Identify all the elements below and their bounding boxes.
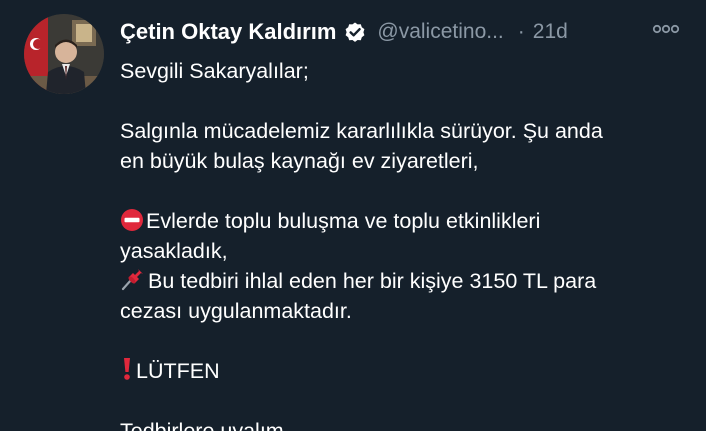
tweet-line-with-emoji: Evlerde toplu buluşma ve toplu etkinlikl…: [120, 206, 690, 236]
avatar[interactable]: [24, 14, 104, 94]
tweet-line-with-emoji: LÜTFEN: [120, 356, 690, 386]
tweet-line: Sevgili Sakaryalılar;: [120, 59, 309, 83]
tweet-line: cezası uygulanmaktadır.: [120, 299, 352, 323]
tweet-header: Çetin Oktay Kaldırım @valicetino... · 21…: [120, 16, 690, 48]
verified-badge-icon: [343, 20, 367, 44]
display-name[interactable]: Çetin Oktay Kaldırım: [120, 19, 336, 45]
avatar-photo: [24, 14, 104, 94]
tweet-line: Salgınla mücadelemiz kararlılıkla sürüyo…: [120, 119, 603, 143]
tweet-line: Bu tedbiri ihlal eden her bir kişiye 315…: [148, 269, 597, 293]
tweet-line: Tedbirlere uyalım...: [120, 419, 302, 431]
exclamation-emoji-icon: [120, 356, 134, 390]
tweet-text: Sevgili Sakaryalılar; Salgınla mücadelem…: [120, 56, 690, 431]
tweet-line: en büyük bulaş kaynağı ev ziyaretleri,: [120, 149, 479, 173]
tweet-line: Evlerde toplu buluşma ve toplu etkinlikl…: [146, 209, 541, 233]
tweet-line: LÜTFEN: [136, 359, 220, 383]
timestamp[interactable]: 21d: [533, 20, 568, 44]
tweet-line: yasakladık,: [120, 239, 228, 263]
handle[interactable]: @valicetino...: [377, 20, 503, 44]
pushpin-emoji-icon: [120, 266, 146, 300]
tweet-line-with-emoji: Bu tedbiri ihlal eden her bir kişiye 315…: [120, 266, 690, 296]
separator-dot: ·: [517, 20, 525, 43]
more-options-icon[interactable]: [652, 22, 682, 42]
tweet-card[interactable]: Çetin Oktay Kaldırım @valicetino... · 21…: [0, 0, 706, 431]
